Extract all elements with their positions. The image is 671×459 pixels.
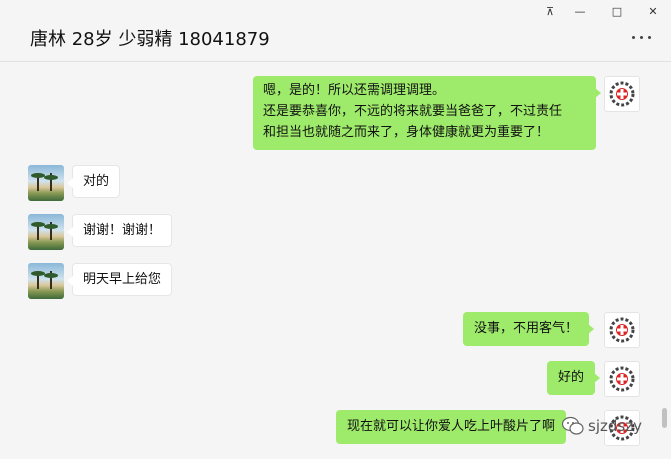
message-bubble-incoming[interactable]: 明天早上给您 <box>66 263 173 296</box>
message-list[interactable]: 嗯，是的！所以还需调理调理。 还是要恭喜你，不远的将来就要当爸爸了，不过责任 和… <box>0 63 671 459</box>
contact-avatar[interactable] <box>28 165 64 201</box>
message-bubble-incoming[interactable]: 对的 <box>66 165 121 198</box>
watermark-text: sjzdszy <box>588 417 642 435</box>
minimize-icon[interactable]: — <box>568 4 592 20</box>
message-bubble-outgoing[interactable]: 没事，不用客气！ <box>463 312 595 346</box>
message-bubble-outgoing[interactable]: 嗯，是的！所以还需调理调理。 还是要恭喜你，不远的将来就要当爸爸了，不过责任 和… <box>253 76 601 150</box>
self-avatar[interactable] <box>604 361 640 397</box>
chat-title: 唐林 28岁 少弱精 18041879 <box>30 29 270 50</box>
more-icon[interactable] <box>630 36 654 42</box>
message-line: 嗯，是的！所以还需调理调理。 <box>263 83 446 98</box>
message-bubble-outgoing[interactable]: 好的 <box>547 361 601 395</box>
scrollbar[interactable] <box>662 408 667 428</box>
logo-icon <box>609 317 635 343</box>
message-bubble-incoming[interactable]: 谢谢！谢谢！ <box>66 214 173 247</box>
logo-icon <box>609 81 635 107</box>
contact-avatar[interactable] <box>28 214 64 250</box>
message-line: 还是要恭喜你，不远的将来就要当爸爸了，不过责任 <box>263 104 563 119</box>
contact-avatar[interactable] <box>28 263 64 299</box>
message-bubble-outgoing[interactable]: 现在就可以让你爱人吃上叶酸片了啊 <box>336 410 572 444</box>
self-avatar[interactable] <box>604 76 640 112</box>
logo-icon <box>609 366 635 392</box>
chat-header: 唐林 28岁 少弱精 18041879 ⊼ — □ ✕ <box>0 0 671 62</box>
close-icon[interactable]: ✕ <box>641 4 665 20</box>
wechat-icon <box>562 416 584 435</box>
self-avatar[interactable] <box>604 312 640 348</box>
maximize-icon[interactable]: □ <box>605 4 629 20</box>
watermark: sjzdszy <box>562 414 662 442</box>
message-line: 和担当也就随之而来了，身体健康就更为重要了！ <box>263 125 550 140</box>
pin-icon[interactable]: ⊼ <box>538 4 562 20</box>
